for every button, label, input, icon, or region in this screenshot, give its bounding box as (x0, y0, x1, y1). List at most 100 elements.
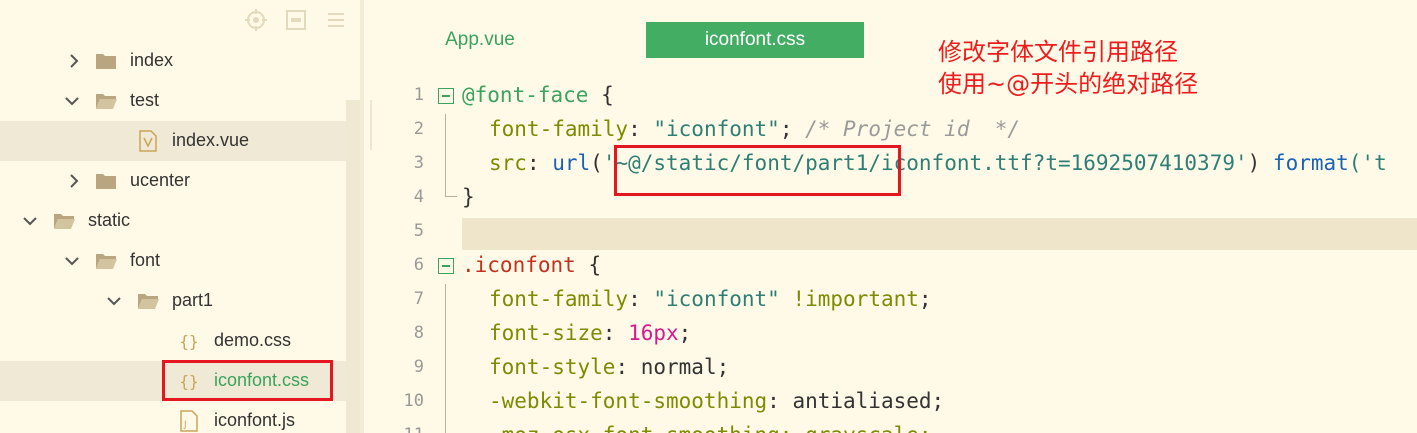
locate-icon[interactable] (244, 8, 268, 32)
line-number: 11 (384, 425, 424, 433)
css-important: !important (779, 287, 919, 311)
vue-file-icon (137, 130, 159, 152)
tree-item-label: test (130, 90, 160, 110)
folder-open-icon (96, 94, 117, 109)
paren: ('t (1348, 151, 1387, 175)
code-line: 9 font-style: normal; (364, 352, 1417, 386)
tree-item-label: font (130, 250, 161, 270)
css-function: url (552, 151, 591, 175)
line-number: 9 (413, 357, 424, 377)
code-line-current: 5 (364, 216, 1417, 250)
line-number: 1 (413, 85, 424, 105)
css-property: font-family (489, 117, 629, 141)
fold-guide (445, 420, 446, 433)
tab-app-vue[interactable]: App.vue (420, 22, 540, 58)
code-line: 10 -webkit-font-smoothing: antialiased; (364, 386, 1417, 420)
fold-guide (445, 386, 446, 420)
code-line: 7 font-family: "iconfont" !important; (364, 284, 1417, 318)
tree-item-label: index.vue (172, 130, 250, 150)
css-selector: .iconfont (462, 253, 576, 277)
js-file-icon: J (178, 410, 200, 432)
folder-open-icon (138, 294, 159, 309)
fold-guide (445, 114, 446, 148)
fold-toggle-icon[interactable] (438, 88, 454, 104)
tree-item-demo-css[interactable]: {} demo.css (0, 321, 346, 361)
file-explorer-sidebar: index test index.vue ucenter static font… (0, 0, 360, 433)
brace: { (575, 253, 602, 277)
tab-iconfont-css[interactable]: iconfont.css (646, 22, 864, 58)
css-property: -webkit-font-smoothing (489, 389, 768, 413)
semicolon: ; (678, 321, 692, 345)
chevron-down-icon[interactable] (106, 293, 122, 309)
colon: : (526, 151, 553, 175)
annotation-line-1: 修改字体文件引用路径 (938, 38, 1178, 66)
collapse-icon[interactable] (284, 8, 308, 32)
tree-item-label: iconfont.js (214, 410, 296, 430)
tree-item-index-vue[interactable]: index.vue (0, 121, 346, 161)
tree-item-font[interactable]: font (0, 241, 346, 281)
code-line: 11 -moz-osx-font-smoothing: grayscale; (364, 420, 1417, 433)
folder-icon (96, 54, 116, 69)
fold-toggle-icon[interactable] (438, 258, 454, 274)
css-function: format (1272, 151, 1349, 175)
code-line: 6 .iconfont { (364, 250, 1417, 284)
code-editor: App.vue iconfont.css 修改字体文件引用路径 使用~@开头的绝… (364, 0, 1417, 433)
semicolon: ; (779, 117, 806, 141)
line-number: 8 (413, 323, 424, 343)
chevron-down-icon[interactable] (64, 253, 80, 269)
tree-item-iconfont-js[interactable]: J iconfont.js (0, 401, 346, 433)
highlight-box-file (162, 360, 333, 401)
sidebar-scrollbar[interactable] (346, 100, 360, 433)
fold-guide-end (445, 196, 457, 197)
colon: : (767, 389, 793, 413)
line-number: 7 (413, 289, 424, 309)
code-line: 2 font-family: "iconfont"; /* Project id… (364, 114, 1417, 148)
chevron-down-icon[interactable] (64, 93, 80, 109)
fold-guide (445, 318, 446, 352)
tree-item-index[interactable]: index (0, 41, 346, 81)
highlight-box-path (614, 145, 901, 196)
colon: : (615, 355, 641, 379)
line-number: 6 (413, 255, 424, 275)
fold-guide (445, 182, 446, 196)
chevron-right-icon[interactable] (66, 53, 82, 69)
chevron-down-icon[interactable] (22, 213, 38, 229)
tree-item-label: demo.css (214, 330, 292, 350)
fold-guide (445, 284, 446, 318)
css-string: "iconfont" (653, 117, 780, 141)
tree-item-part1[interactable]: part1 (0, 281, 346, 321)
at-rule: @font-face (462, 83, 589, 107)
css-declaration-partial: -moz-osx-font-smoothing: grayscale; (462, 423, 932, 433)
folder-icon (96, 174, 116, 189)
brace: } (462, 185, 475, 209)
semicolon: ; (918, 287, 932, 311)
tree-item-label: static (88, 210, 131, 230)
tree-item-label: ucenter (130, 170, 191, 190)
css-value: antialiased; (792, 389, 945, 413)
css-file-icon: {} (179, 331, 199, 351)
tab-bar: App.vue iconfont.css (364, 22, 1417, 58)
code-area[interactable]: 1 @font-face { 2 font-family: "iconfont"… (364, 80, 1417, 433)
css-property: font-size (489, 321, 603, 345)
colon: : (628, 287, 654, 311)
line-number: 5 (413, 221, 424, 241)
paren-close: ) (1247, 151, 1273, 175)
line-number: 10 (403, 391, 424, 411)
menu-icon[interactable] (324, 8, 348, 32)
tree-item-static[interactable]: static (0, 201, 346, 241)
tree-item-test[interactable]: test (0, 81, 346, 121)
tree-item-ucenter[interactable]: ucenter (0, 161, 346, 201)
folder-open-icon (54, 214, 75, 229)
sidebar-toolbar (244, 8, 348, 32)
fold-guide (445, 148, 446, 182)
css-string: "iconfont" (653, 287, 780, 311)
brace: { (588, 83, 614, 107)
line-number: 4 (413, 187, 424, 207)
chevron-right-icon[interactable] (66, 173, 82, 189)
css-value: normal; (640, 355, 730, 379)
css-property: font-family (489, 287, 629, 311)
fold-guide (445, 352, 446, 386)
colon: : (628, 117, 654, 141)
current-line-highlight (462, 218, 1417, 250)
folder-open-icon (96, 254, 117, 269)
